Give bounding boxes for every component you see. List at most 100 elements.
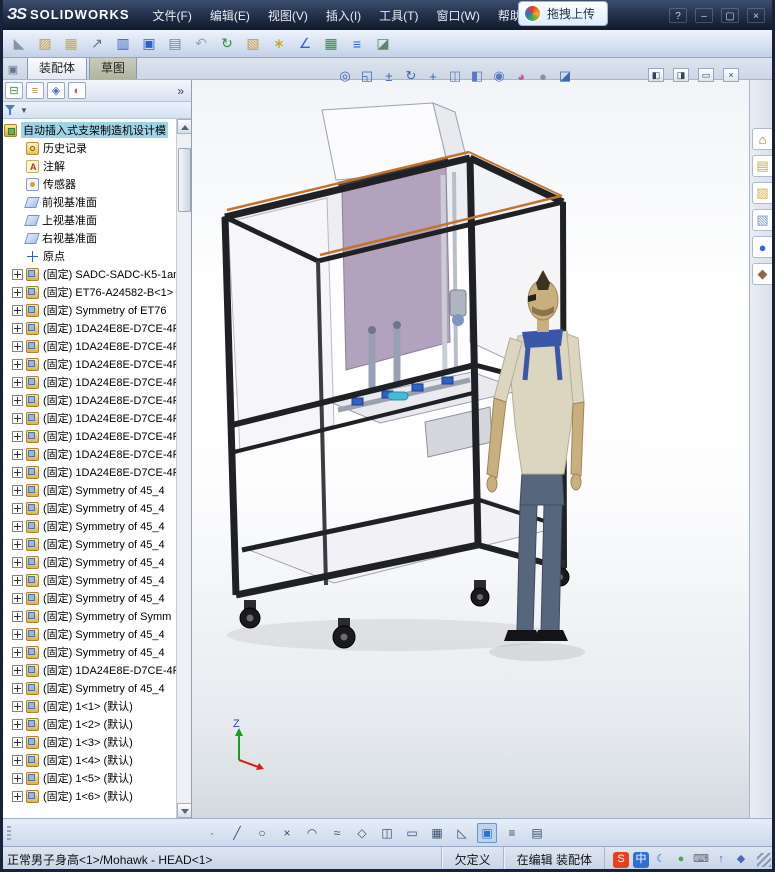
undo-icon[interactable]: ↶ — [190, 33, 212, 55]
tree-item[interactable]: (固定) Symmetry of 45_4 — [2, 679, 176, 697]
tree-item[interactable]: (固定) 1<5> (默认) — [2, 769, 176, 787]
sogou-icon[interactable]: S — [613, 851, 629, 868]
menu-item[interactable]: 插入(I) — [317, 2, 370, 29]
commandmanager-tab[interactable]: 装配体 — [27, 56, 88, 79]
expander-icon[interactable] — [12, 268, 23, 280]
expander-icon[interactable] — [12, 520, 23, 532]
print-icon[interactable]: ▤ — [164, 33, 186, 55]
resize-grip[interactable] — [757, 852, 771, 867]
chinese-mode-icon[interactable]: 中 — [633, 851, 649, 868]
expander-icon[interactable] — [12, 448, 23, 460]
tree-item[interactable]: (固定) SADC-SADC-K5-1am — [2, 265, 176, 283]
section-icon[interactable]: ◪ — [372, 33, 394, 55]
expander-icon[interactable] — [12, 718, 23, 730]
expander-icon[interactable] — [12, 736, 23, 748]
point-icon[interactable]: · — [202, 823, 222, 843]
menu-item[interactable]: 文件(F) — [144, 2, 201, 29]
expander-icon[interactable] — [12, 790, 23, 802]
tree-item[interactable]: (固定) 1DA24E8E-D7CE-4F — [2, 463, 176, 481]
tree-item[interactable]: (固定) Symmetry of 45_4 — [2, 643, 176, 661]
offset-icon[interactable]: ▭ — [402, 823, 422, 843]
tree-item[interactable]: (固定) 1<2> (默认) — [2, 715, 176, 733]
expander-icon[interactable] — [12, 772, 23, 784]
toolbar-drag-handle[interactable] — [7, 826, 11, 840]
list-icon[interactable]: ≡ — [502, 823, 522, 843]
expander-icon[interactable] — [12, 502, 23, 514]
filter-dropdown-icon[interactable]: ▼ — [20, 106, 28, 115]
maximize-button[interactable]: ▢ — [721, 7, 739, 23]
tree-item[interactable]: (固定) Symmetry of ET76 — [2, 301, 176, 319]
tree-scrollbar[interactable] — [176, 119, 191, 818]
menu-item[interactable]: 视图(V) — [259, 2, 317, 29]
file-explorer-icon[interactable]: ▨ — [751, 182, 774, 204]
expander-icon[interactable] — [12, 430, 23, 442]
expander-icon[interactable] — [12, 412, 23, 424]
expand-panel-icon[interactable]: ◨ — [673, 68, 689, 82]
polygon-icon[interactable]: ◇ — [352, 823, 372, 843]
appearances-icon[interactable]: ◕ — [511, 66, 531, 86]
panel-options-icon[interactable]: ▣ — [5, 61, 21, 77]
zoom-fit-icon[interactable]: ◎ — [335, 66, 355, 86]
filter-funnel-icon[interactable] — [5, 104, 15, 116]
angle-snap-icon[interactable]: ◺ — [452, 823, 472, 843]
smart-fasteners-icon[interactable]: ∗ — [268, 33, 290, 55]
tree-item[interactable]: (固定) 1<6> (默认) — [2, 787, 176, 805]
tree-item[interactable]: (固定) Symmetry of Symm — [2, 607, 176, 625]
featuremanager-tab-icon[interactable]: ⊟ — [5, 82, 23, 99]
expander-icon[interactable] — [12, 556, 23, 568]
design-library-icon[interactable]: ▤ — [751, 155, 774, 177]
expander-icon[interactable] — [12, 682, 23, 694]
tree-item[interactable]: (固定) Symmetry of 45_4 — [2, 625, 176, 643]
tree-item[interactable]: (固定) 1<3> (默认) — [2, 733, 176, 751]
ruler-icon[interactable]: ≡ — [346, 33, 368, 55]
scrollbar-thumb[interactable] — [177, 148, 191, 212]
tree-item[interactable]: (固定) Symmetry of 45_4 — [2, 571, 176, 589]
measure-icon[interactable]: ∠ — [294, 33, 316, 55]
tree-item[interactable]: (固定) 1DA24E8E-D7CE-4F — [2, 391, 176, 409]
expander-icon[interactable] — [12, 322, 23, 334]
expander-icon[interactable] — [12, 304, 23, 316]
tree-item[interactable]: 前视基准面 — [2, 193, 176, 211]
scroll-down-icon[interactable] — [176, 803, 191, 818]
tree-item[interactable]: 上视基准面 — [2, 211, 176, 229]
expander-icon[interactable] — [12, 700, 23, 712]
close-button[interactable]: × — [747, 7, 765, 23]
tree-item[interactable]: (固定) 1DA24E8E-D7CE-4F — [2, 661, 176, 679]
expander-icon[interactable] — [12, 340, 23, 352]
grid-icon[interactable]: ▦ — [427, 823, 447, 843]
minimize-button[interactable]: – — [695, 7, 713, 23]
viewport-layout-icon[interactable]: ▣ — [477, 822, 497, 843]
scene-icon[interactable]: ● — [533, 66, 553, 86]
tree-item[interactable]: (固定) 1DA24E8E-D7CE-4F — [2, 409, 176, 427]
expander-icon[interactable] — [12, 628, 23, 640]
tree-item[interactable]: 历史记录 — [2, 139, 176, 157]
publish-icon[interactable]: ▦ — [60, 33, 82, 55]
scroll-up-icon[interactable] — [176, 119, 191, 134]
appearances-icon[interactable]: ● — [751, 236, 774, 258]
restore-panel-icon[interactable]: ▭ — [698, 68, 714, 82]
propertymanager-tab-icon[interactable]: ≡ — [26, 82, 44, 99]
mirror-icon[interactable]: ◫ — [377, 823, 397, 843]
tree-item[interactable]: (固定) Symmetry of 45_4 — [2, 589, 176, 607]
line-icon[interactable]: ╱ — [227, 823, 247, 843]
tree-item[interactable]: (固定) Symmetry of 45_4 — [2, 535, 176, 553]
open-icon[interactable]: ▨ — [34, 33, 56, 55]
expander-icon[interactable] — [12, 592, 23, 604]
hide-show-icon[interactable]: ◉ — [489, 66, 509, 86]
rebuild-icon[interactable]: ↻ — [216, 33, 238, 55]
displaymanager-tab-icon[interactable]: ◐ — [68, 82, 86, 99]
expander-icon[interactable] — [12, 610, 23, 622]
spline-icon[interactable]: ≈ — [327, 823, 347, 843]
menu-item[interactable]: 窗口(W) — [428, 2, 489, 29]
tree-item[interactable]: (固定) Symmetry of 45_4 — [2, 481, 176, 499]
tree-item[interactable]: 传感器 — [2, 175, 176, 193]
moon-icon[interactable]: ☾ — [653, 852, 669, 868]
zoom-inout-icon[interactable]: ± — [379, 66, 399, 86]
expander-icon[interactable] — [12, 754, 23, 766]
insert-component-icon[interactable]: ▧ — [242, 33, 264, 55]
drag-upload-overlay[interactable]: 拖拽上传 — [518, 1, 609, 26]
home-icon[interactable]: ⌂ — [751, 128, 774, 150]
tree-item[interactable]: (固定) ET76-A24582-B<1> — [2, 283, 176, 301]
zoom-area-icon[interactable]: ◱ — [357, 66, 377, 86]
view-orientation-icon[interactable]: ◫ — [445, 66, 465, 86]
